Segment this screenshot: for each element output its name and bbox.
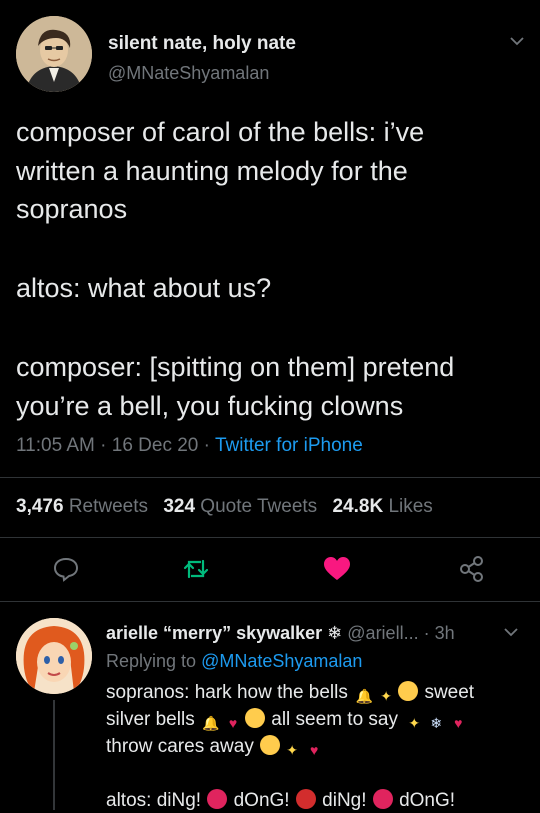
heart-icon: ♥	[454, 715, 463, 731]
tweet-source-link[interactable]: Twitter for iPhone	[215, 435, 363, 456]
retweets-count: 3,476	[16, 496, 64, 517]
tweet-time[interactable]: 11:05 AM	[16, 435, 95, 456]
author-handle[interactable]: @MNateShyamalan	[108, 63, 269, 84]
quotes-label: Quote Tweets	[200, 496, 318, 517]
bell-icon: 🔔	[202, 715, 220, 731]
reply-header: arielle “merry” skywalker ❄ @ariell... ·…	[106, 623, 455, 644]
tweet-text-line-3: sopranos	[16, 194, 128, 224]
reply-text: diNg!	[322, 790, 367, 811]
reply-text: all seem to say	[271, 709, 398, 730]
tweet-stats: 3,476 Retweets 324 Quote Tweets 24.8K Li…	[16, 496, 433, 518]
share-icon[interactable]	[458, 555, 486, 583]
retweets-label: Retweets	[68, 496, 149, 517]
replying-to: Replying to @MNateShyamalan	[106, 651, 362, 672]
reply-display-name[interactable]: arielle “merry” skywalker	[106, 623, 322, 643]
quotes-count: 324	[163, 496, 196, 517]
author-avatar[interactable]	[16, 16, 92, 92]
sparkles-icon: ✦	[408, 715, 421, 731]
tweet-text-line-1: composer of carol of the bells: i’ve	[16, 117, 425, 147]
tweet-text-line-4: altos: what about us?	[16, 273, 272, 303]
reply-text: dOnG!	[399, 790, 456, 811]
meta-separator: ·	[100, 435, 107, 456]
author-display-name[interactable]: silent nate, holy nate	[108, 33, 296, 55]
reply-text: dOnG!	[233, 790, 290, 811]
angel-face-icon	[398, 681, 419, 701]
angry-face-icon	[372, 789, 393, 809]
reply-handle-time[interactable]: @ariell... · 3h	[347, 623, 454, 643]
meta-separator: ·	[203, 435, 210, 456]
cursing-face-icon	[295, 789, 316, 809]
likes-label: Likes	[388, 496, 433, 517]
reply-author-avatar[interactable]	[16, 618, 92, 694]
tweet-meta: 11:05 AM · 16 Dec 20 · Twitter for iPhon…	[16, 435, 363, 457]
reply-text: altos: diNg!	[106, 790, 202, 811]
reply-line-4: altos: diNg! dOnG! diNg! dOnG!	[106, 788, 455, 813]
divider	[0, 537, 540, 538]
retweets-stat[interactable]: 3,476 Retweets	[16, 496, 153, 517]
portrait-icon	[16, 16, 92, 92]
bell-icon: 🔔	[355, 688, 373, 704]
like-icon[interactable]	[322, 555, 352, 583]
quotes-stat[interactable]: 324 Quote Tweets	[163, 496, 322, 517]
tweet-text-line-5: composer: [spitting on them] pretend	[16, 352, 455, 382]
divider	[0, 601, 540, 602]
snowflake-icon: ❄	[327, 623, 343, 643]
reply-line-2: silver bells 🔔 ♥ all seem to say ✦ ❄ ♥	[106, 707, 469, 733]
cartoon-portrait-icon	[16, 618, 92, 694]
smiling-face-icon	[260, 735, 281, 755]
sparkles-icon: ✦	[286, 742, 298, 758]
heart-icon: ♥	[228, 715, 238, 731]
thread-line	[53, 700, 55, 810]
chevron-down-icon[interactable]	[508, 32, 526, 50]
replying-to-handle[interactable]: @MNateShyamalan	[201, 651, 362, 671]
chevron-down-icon[interactable]	[502, 623, 520, 641]
snowflake-icon: ❄	[430, 715, 443, 731]
divider	[0, 477, 540, 478]
reply-text: throw cares away	[106, 736, 254, 757]
reply-line-3: throw cares away ✦ ♥	[106, 734, 325, 760]
sparkles-icon: ✦	[380, 688, 393, 704]
replying-prefix: Replying to	[106, 651, 197, 671]
likes-stat[interactable]: 24.8K Likes	[332, 496, 432, 517]
tweet-date[interactable]: 16 Dec 20	[112, 435, 199, 456]
reply-text: sopranos: hark how the bells	[106, 682, 348, 703]
reply-text: sweet	[424, 682, 475, 703]
likes-count: 24.8K	[332, 496, 384, 517]
reply-icon[interactable]	[52, 555, 80, 583]
heart-icon: ♥	[309, 742, 319, 758]
reply-line-1: sopranos: hark how the bells 🔔 ✦ sweet	[106, 680, 474, 706]
angel-face-icon	[244, 708, 265, 728]
retweet-icon[interactable]	[181, 555, 211, 583]
reply-text: silver bells	[106, 709, 195, 730]
angry-face-icon	[207, 789, 228, 809]
tweet-text-line-2: written a haunting melody for the	[16, 156, 408, 186]
tweet-text-line-6: you’re a bell, you fucking clowns	[16, 391, 404, 421]
